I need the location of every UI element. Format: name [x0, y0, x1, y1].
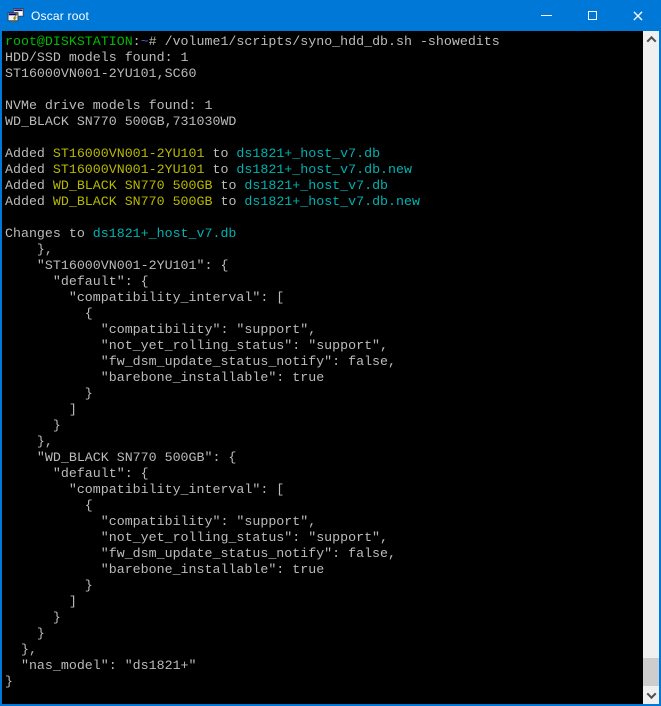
terminal-line: }: [5, 674, 643, 690]
terminal-line: },: [5, 434, 643, 450]
chevron-up-icon: [646, 36, 656, 46]
terminal-screen[interactable]: root@DISKSTATION:~# /volume1/scripts/syn…: [2, 31, 643, 704]
terminal-line: Added WD_BLACK SN770 500GB to ds1821+_ho…: [5, 194, 643, 210]
terminal-line: {: [5, 306, 643, 322]
terminal-line: "WD_BLACK SN770 500GB": {: [5, 450, 643, 466]
terminal-line: "fw_dsm_update_status_notify": false,: [5, 354, 643, 370]
scroll-up-button[interactable]: [643, 31, 659, 48]
maximize-button[interactable]: [569, 0, 615, 31]
terminal-line: root@DISKSTATION:~# /volume1/scripts/syn…: [5, 34, 643, 50]
terminal-line: "barebone_installable": true: [5, 370, 643, 386]
terminal-line: }: [5, 418, 643, 434]
terminal-line: WD_BLACK SN770 500GB,731030WD: [5, 114, 643, 130]
terminal-line: Added WD_BLACK SN770 500GB to ds1821+_ho…: [5, 178, 643, 194]
terminal-line: "default": {: [5, 466, 643, 482]
terminal-line: [5, 130, 643, 146]
terminal-line: "default": {: [5, 274, 643, 290]
scrollbar-thumb[interactable]: [643, 658, 659, 686]
chevron-down-icon: [646, 689, 656, 699]
minimize-button[interactable]: [523, 0, 569, 31]
terminal-line: }: [5, 578, 643, 594]
terminal-line: "compatibility_interval": [: [5, 482, 643, 498]
terminal-line: ST16000VN001-2YU101,SC60: [5, 66, 643, 82]
terminal-line: "not_yet_rolling_status": "support",: [5, 338, 643, 354]
terminal-line: }: [5, 626, 643, 642]
titlebar[interactable]: Oscar root ×: [0, 0, 661, 31]
terminal-line: "fw_dsm_update_status_notify": false,: [5, 546, 643, 562]
terminal-line: {: [5, 498, 643, 514]
close-button[interactable]: ×: [615, 0, 661, 31]
terminal-line: Added ST16000VN001-2YU101 to ds1821+_hos…: [5, 146, 643, 162]
terminal-line: },: [5, 242, 643, 258]
scrollbar-track[interactable]: [643, 48, 659, 687]
terminal-line: ]: [5, 402, 643, 418]
terminal-line: "not_yet_rolling_status": "support",: [5, 530, 643, 546]
terminal-line: "compatibility": "support",: [5, 322, 643, 338]
close-icon: ×: [631, 8, 644, 24]
terminal-line: "barebone_installable": true: [5, 562, 643, 578]
terminal-line: "nas_model": "ds1821+": [5, 658, 643, 674]
terminal-line: }: [5, 386, 643, 402]
minimize-icon: [541, 15, 552, 16]
scroll-down-button[interactable]: [643, 687, 659, 704]
terminal-line: Changes to ds1821+_host_v7.db: [5, 226, 643, 242]
terminal-line: [5, 210, 643, 226]
terminal-line: "compatibility": "support",: [5, 514, 643, 530]
terminal-line: NVMe drive models found: 1: [5, 98, 643, 114]
terminal-line: ]: [5, 594, 643, 610]
terminal-line: },: [5, 642, 643, 658]
terminal-line: "compatibility_interval": [: [5, 290, 643, 306]
terminal-line: HDD/SSD models found: 1: [5, 50, 643, 66]
putty-window: Oscar root × root@DISKSTATION:~# /volume…: [0, 0, 661, 706]
terminal-body: root@DISKSTATION:~# /volume1/scripts/syn…: [2, 31, 659, 704]
terminal-line: [5, 82, 643, 98]
terminal-line: }: [5, 610, 643, 626]
maximize-icon: [588, 11, 597, 20]
terminal-line: Added ST16000VN001-2YU101 to ds1821+_hos…: [5, 162, 643, 178]
scrollbar[interactable]: [643, 31, 659, 704]
window-title: Oscar root: [31, 9, 89, 23]
putty-terminals-lightning-icon: [7, 8, 24, 24]
window-controls: ×: [523, 0, 661, 31]
terminal-line: "ST16000VN001-2YU101": {: [5, 258, 643, 274]
